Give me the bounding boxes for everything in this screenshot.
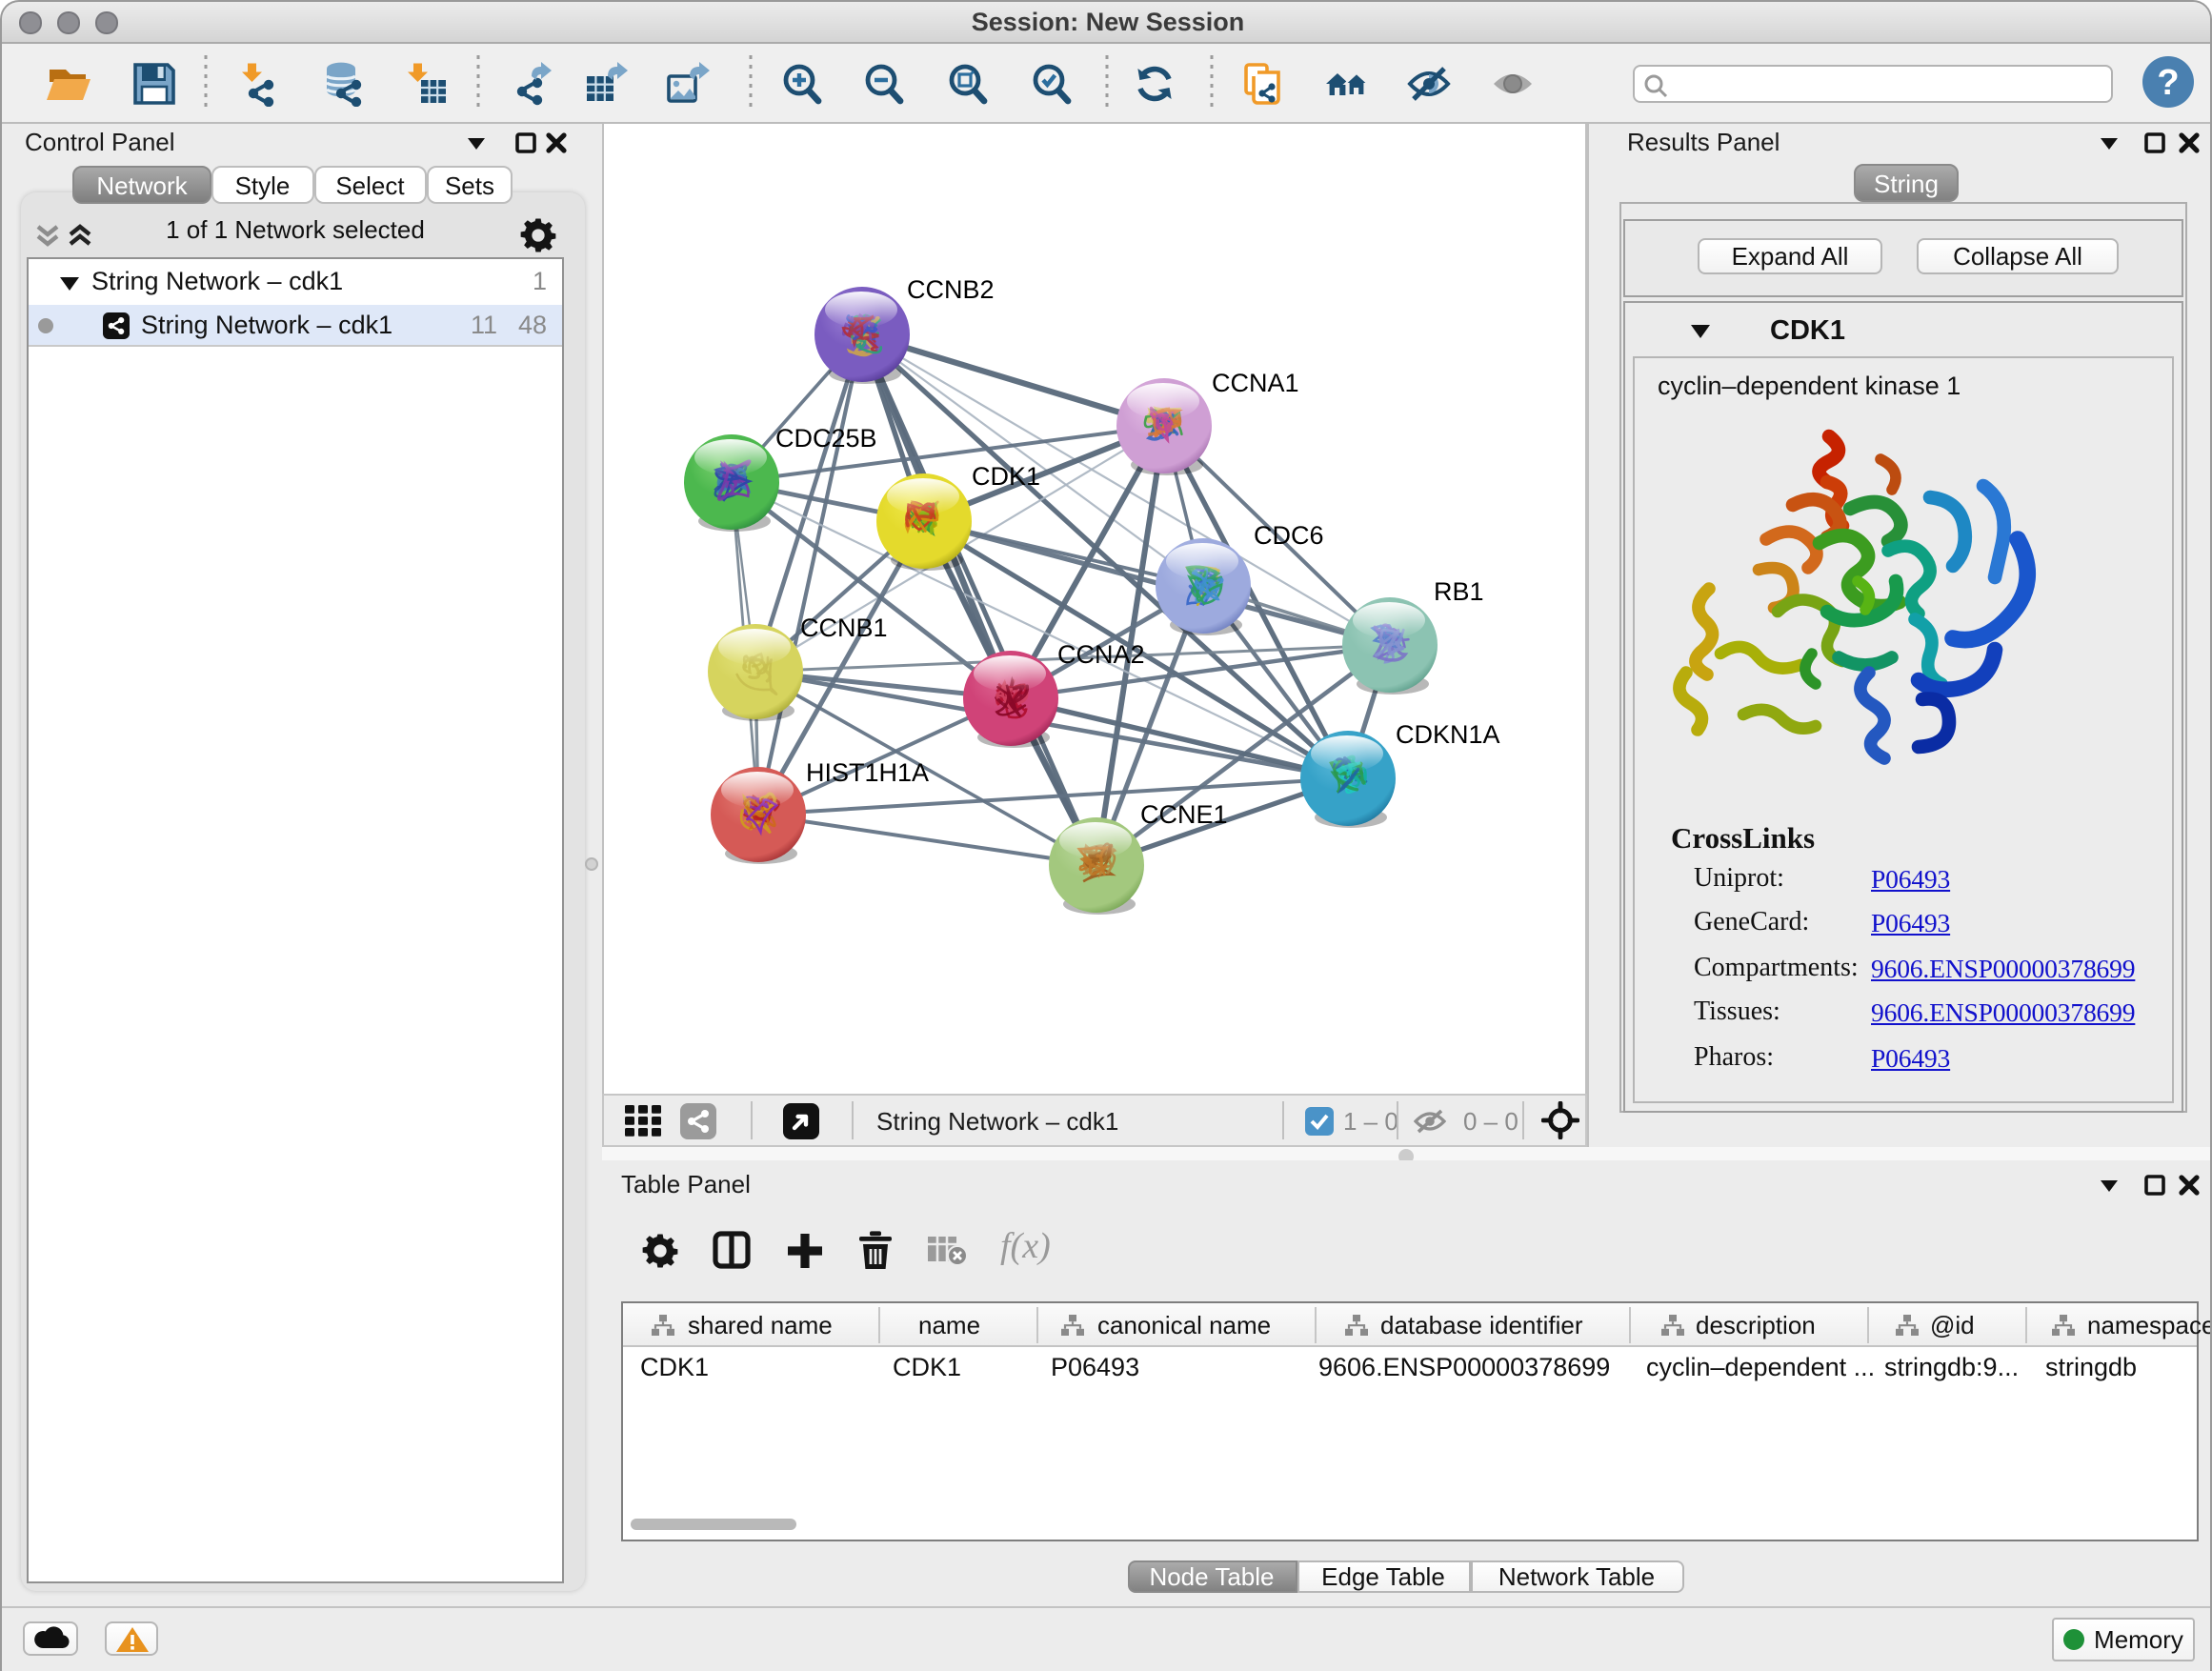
svg-text:CDC6: CDC6 [1254,520,1324,549]
svg-text:CDC25B: CDC25B [775,423,877,452]
svg-text:RB1: RB1 [1434,576,1484,605]
svg-text:CCNA1: CCNA1 [1212,368,1299,396]
svg-text:CCNB2: CCNB2 [907,274,995,303]
svg-text:CDK1: CDK1 [972,461,1040,490]
svg-text:CCNA2: CCNA2 [1057,639,1145,668]
svg-text:CCNE1: CCNE1 [1140,799,1228,828]
svg-text:CDKN1A: CDKN1A [1396,719,1500,748]
svg-text:CCNB1: CCNB1 [800,613,888,641]
svg-text:?: ? [2157,62,2179,102]
svg-text:HIST1H1A: HIST1H1A [806,757,929,786]
